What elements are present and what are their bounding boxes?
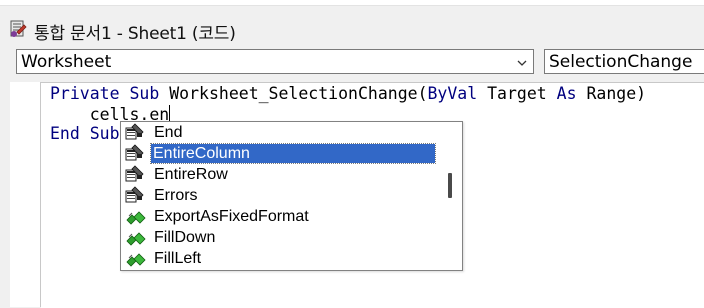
property-icon — [123, 144, 149, 163]
property-icon — [123, 123, 149, 142]
autocomplete-item[interactable]: FillLeft — [121, 248, 439, 269]
keyword: As — [556, 84, 587, 103]
object-combo-value: Worksheet — [21, 52, 112, 72]
property-icon — [123, 165, 149, 184]
keyword: Private Sub — [50, 84, 170, 103]
autocomplete-item[interactable]: Errors — [121, 185, 439, 206]
autocomplete-item[interactable]: EntireColumn — [121, 143, 439, 164]
object-combo[interactable]: Worksheet — [16, 49, 534, 74]
autocomplete-item-label: EntireColumn — [150, 143, 436, 164]
autocomplete-item[interactable]: EntireRow — [121, 164, 439, 185]
autocomplete-popup[interactable]: End EntireColumn EntireRow Errors ExportAsFi… — [120, 121, 463, 271]
vba-module-icon — [8, 19, 28, 39]
procedure-combo-value: SelectionChange — [549, 52, 693, 72]
method-icon — [123, 249, 149, 268]
breakpoint-margin[interactable] — [10, 82, 41, 307]
identifier: Target — [487, 84, 557, 103]
chevron-down-icon[interactable] — [516, 56, 528, 68]
autocomplete-item-label: Errors — [154, 187, 198, 204]
procedure-combo[interactable]: SelectionChange — [544, 49, 704, 74]
keyword: ByVal — [427, 84, 488, 103]
identifier: Range) — [586, 84, 647, 103]
autocomplete-item[interactable]: FillDown — [121, 227, 439, 248]
identifier: Worksheet_SelectionChange( — [169, 84, 428, 103]
window-title: 통합 문서1 - Sheet1 (코드) — [34, 24, 236, 44]
method-icon — [123, 228, 149, 247]
autocomplete-item-label: EntireRow — [154, 166, 228, 183]
scrollbar-thumb[interactable] — [448, 173, 452, 198]
autocomplete-item-label: End — [154, 124, 183, 141]
autocomplete-item-label: ExportAsFixedFormat — [154, 208, 309, 225]
popup-scrollbar[interactable] — [438, 122, 462, 270]
autocomplete-item-label: FillDown — [154, 229, 216, 246]
autocomplete-item-label: FillLeft — [154, 250, 202, 267]
autocomplete-item[interactable]: End — [121, 122, 439, 143]
property-icon — [123, 186, 149, 205]
autocomplete-item[interactable]: ExportAsFixedFormat — [121, 206, 439, 227]
title-bar: 통합 문서1 - Sheet1 (코드) — [0, 6, 704, 44]
code-line-1: Private Sub Worksheet_SelectionChange(By… — [50, 84, 646, 104]
code-line-3: End Sub — [50, 124, 120, 143]
method-icon — [123, 207, 149, 226]
